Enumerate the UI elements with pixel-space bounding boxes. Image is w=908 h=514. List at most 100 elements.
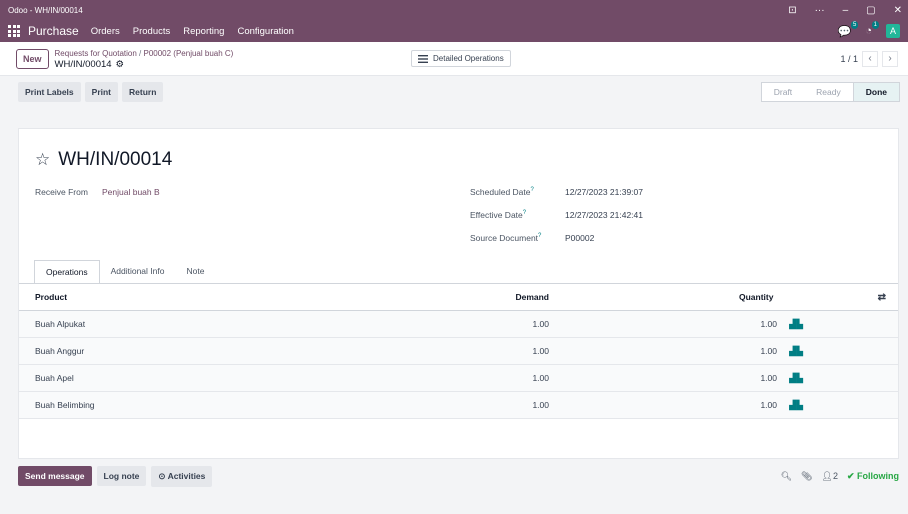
user-icon: 👤︎ <box>821 470 833 481</box>
chevron-right-icon: › <box>888 53 892 64</box>
send-message-button[interactable]: Send message <box>18 466 92 486</box>
breadcrumb-record[interactable]: P00002 (Penjual buah C) <box>144 49 234 58</box>
help-icon[interactable]: ? <box>538 233 541 239</box>
menu-reporting[interactable]: Reporting <box>183 26 224 37</box>
star-icon[interactable]: ☆ <box>35 150 50 170</box>
forecast-chart-icon[interactable]: ▟▙ <box>789 373 803 384</box>
following-label: Following <box>857 470 899 481</box>
detailed-operations-label: Detailed Operations <box>433 54 504 63</box>
effective-date-value[interactable]: 12/27/2023 21:42:41 <box>565 210 643 220</box>
activities-button[interactable]: ⊙ Activities <box>151 465 213 487</box>
column-quantity[interactable]: Quantity <box>739 292 773 302</box>
forecast-chart-icon[interactable]: ▟▙ <box>789 400 803 411</box>
receive-from-field: Receive From Penjual buah B <box>35 187 160 197</box>
action-bar: Print Labels Print Return Draft Ready Do… <box>0 76 908 108</box>
search-icon[interactable]: 🔍︎ <box>781 471 792 482</box>
pager-previous-button[interactable]: ‹ <box>862 50 878 67</box>
breadcrumb-current: WH/IN/00014 <box>54 58 112 70</box>
quantity-cell[interactable]: 1.00 <box>760 373 777 383</box>
optional-columns-icon[interactable]: ⇄ <box>878 292 886 303</box>
activities-label: Activities <box>167 470 206 481</box>
menu-products[interactable]: Products <box>133 26 171 37</box>
demand-cell[interactable]: 1.00 <box>532 319 549 329</box>
list-icon <box>418 54 428 63</box>
status-bar: Draft Ready Done <box>760 82 900 102</box>
menu-configuration[interactable]: Configuration <box>237 26 294 37</box>
stage-ready[interactable]: Ready <box>804 83 853 101</box>
app-brand[interactable]: Purchase <box>28 24 79 38</box>
column-demand[interactable]: Demand <box>515 292 549 302</box>
help-icon[interactable]: ? <box>531 187 534 193</box>
apps-menu-icon[interactable] <box>8 25 20 37</box>
return-button[interactable]: Return <box>122 82 164 102</box>
scheduled-date-value[interactable]: 12/27/2023 21:39:07 <box>565 187 643 197</box>
gear-icon[interactable]: ⚙ <box>116 59 125 70</box>
column-product[interactable]: Product <box>35 292 67 302</box>
receive-from-value[interactable]: Penjual buah B <box>102 187 160 197</box>
breadcrumb-parent[interactable]: Requests for Quotation <box>55 49 137 58</box>
receive-from-label: Receive From <box>35 187 88 197</box>
help-icon[interactable]: ? <box>523 210 526 216</box>
product-cell[interactable]: Buah Anggur <box>35 346 84 356</box>
window-close-icon[interactable]: ✕ <box>894 5 902 16</box>
menu-orders[interactable]: Orders <box>91 26 120 37</box>
stage-done[interactable]: Done <box>852 83 899 101</box>
detailed-operations-button[interactable]: Detailed Operations <box>411 50 511 67</box>
scheduled-date-field: Scheduled Date? 12/27/2023 21:39:07 <box>470 187 643 197</box>
table-row[interactable]: Buah Anggur 1.00 1.00 ▟▙ <box>19 338 898 365</box>
forecast-chart-icon[interactable]: ▟▙ <box>789 319 803 330</box>
breadcrumb: Requests for Quotation / P00002 (Penjual… <box>55 48 234 70</box>
pager: 1 / 1 ‹ › <box>840 50 898 67</box>
chat-icon: 💬 <box>837 25 852 38</box>
tab-additional-info[interactable]: Additional Info <box>100 260 176 284</box>
scheduled-date-label: Scheduled Date <box>470 187 531 197</box>
product-cell[interactable]: Buah Alpukat <box>35 319 85 329</box>
paperclip-icon[interactable]: 📎︎ <box>801 471 812 482</box>
activities-button[interactable]: ◔ 1 <box>865 21 879 37</box>
source-document-label: Source Document <box>470 233 539 243</box>
new-button[interactable]: New <box>16 48 49 69</box>
effective-date-field: Effective Date? 12/27/2023 21:42:41 <box>470 210 643 220</box>
log-note-button[interactable]: Log note <box>96 466 147 486</box>
app-navbar: Purchase Orders Products Reporting Confi… <box>0 20 908 42</box>
window-split-icon[interactable]: ⊡ <box>788 5 796 16</box>
notebook-tabs: Operations Additional Info Note <box>34 260 215 284</box>
window-controls: ⊡ ··· – ▢ ✕ <box>788 5 902 16</box>
table-row[interactable]: Buah Belimbing 1.00 1.00 ▟▙ <box>19 392 898 419</box>
user-avatar[interactable]: A <box>886 24 900 38</box>
check-icon: ✔ <box>846 470 857 481</box>
print-button[interactable]: Print <box>84 82 119 102</box>
clock-icon: ◔ <box>865 25 872 37</box>
demand-cell[interactable]: 1.00 <box>532 400 549 410</box>
clock-icon: ⊙ <box>158 470 168 481</box>
product-cell[interactable]: Buah Apel <box>35 373 74 383</box>
window-title: Odoo - WH/IN/00014 <box>8 5 83 15</box>
forecast-chart-icon[interactable]: ▟▙ <box>789 346 803 357</box>
effective-date-label: Effective Date <box>470 210 523 220</box>
pager-value[interactable]: 1 / 1 <box>840 54 858 64</box>
table-row[interactable]: Buah Apel 1.00 1.00 ▟▙ <box>19 365 898 392</box>
chevron-left-icon: ‹ <box>868 53 872 64</box>
form-sheet: ☆ WH/IN/00014 Receive From Penjual buah … <box>18 128 899 459</box>
print-labels-button[interactable]: Print Labels <box>18 82 81 102</box>
window-more-icon[interactable]: ··· <box>815 5 825 16</box>
record-title-row: ☆ WH/IN/00014 <box>35 149 172 171</box>
quantity-cell[interactable]: 1.00 <box>760 319 777 329</box>
tab-operations[interactable]: Operations <box>34 260 100 284</box>
quantity-cell[interactable]: 1.00 <box>760 346 777 356</box>
demand-cell[interactable]: 1.00 <box>532 373 549 383</box>
messages-button[interactable]: 💬 5 <box>837 20 859 38</box>
product-cell[interactable]: Buah Belimbing <box>35 400 95 410</box>
table-row[interactable]: Buah Alpukat 1.00 1.00 ▟▙ <box>19 311 898 338</box>
table-header: Product Demand Quantity ⇄ <box>19 284 898 311</box>
window-minimize-icon[interactable]: – <box>843 5 849 16</box>
followers-button[interactable]: 👤︎2 <box>822 471 838 482</box>
tab-note[interactable]: Note <box>175 260 215 284</box>
window-maximize-icon[interactable]: ▢ <box>866 5 875 16</box>
following-button[interactable]: ✔ Following <box>847 471 899 482</box>
quantity-cell[interactable]: 1.00 <box>760 400 777 410</box>
stage-draft[interactable]: Draft <box>762 83 804 101</box>
demand-cell[interactable]: 1.00 <box>532 346 549 356</box>
source-document-value[interactable]: P00002 <box>565 233 594 243</box>
pager-next-button[interactable]: › <box>882 50 898 67</box>
